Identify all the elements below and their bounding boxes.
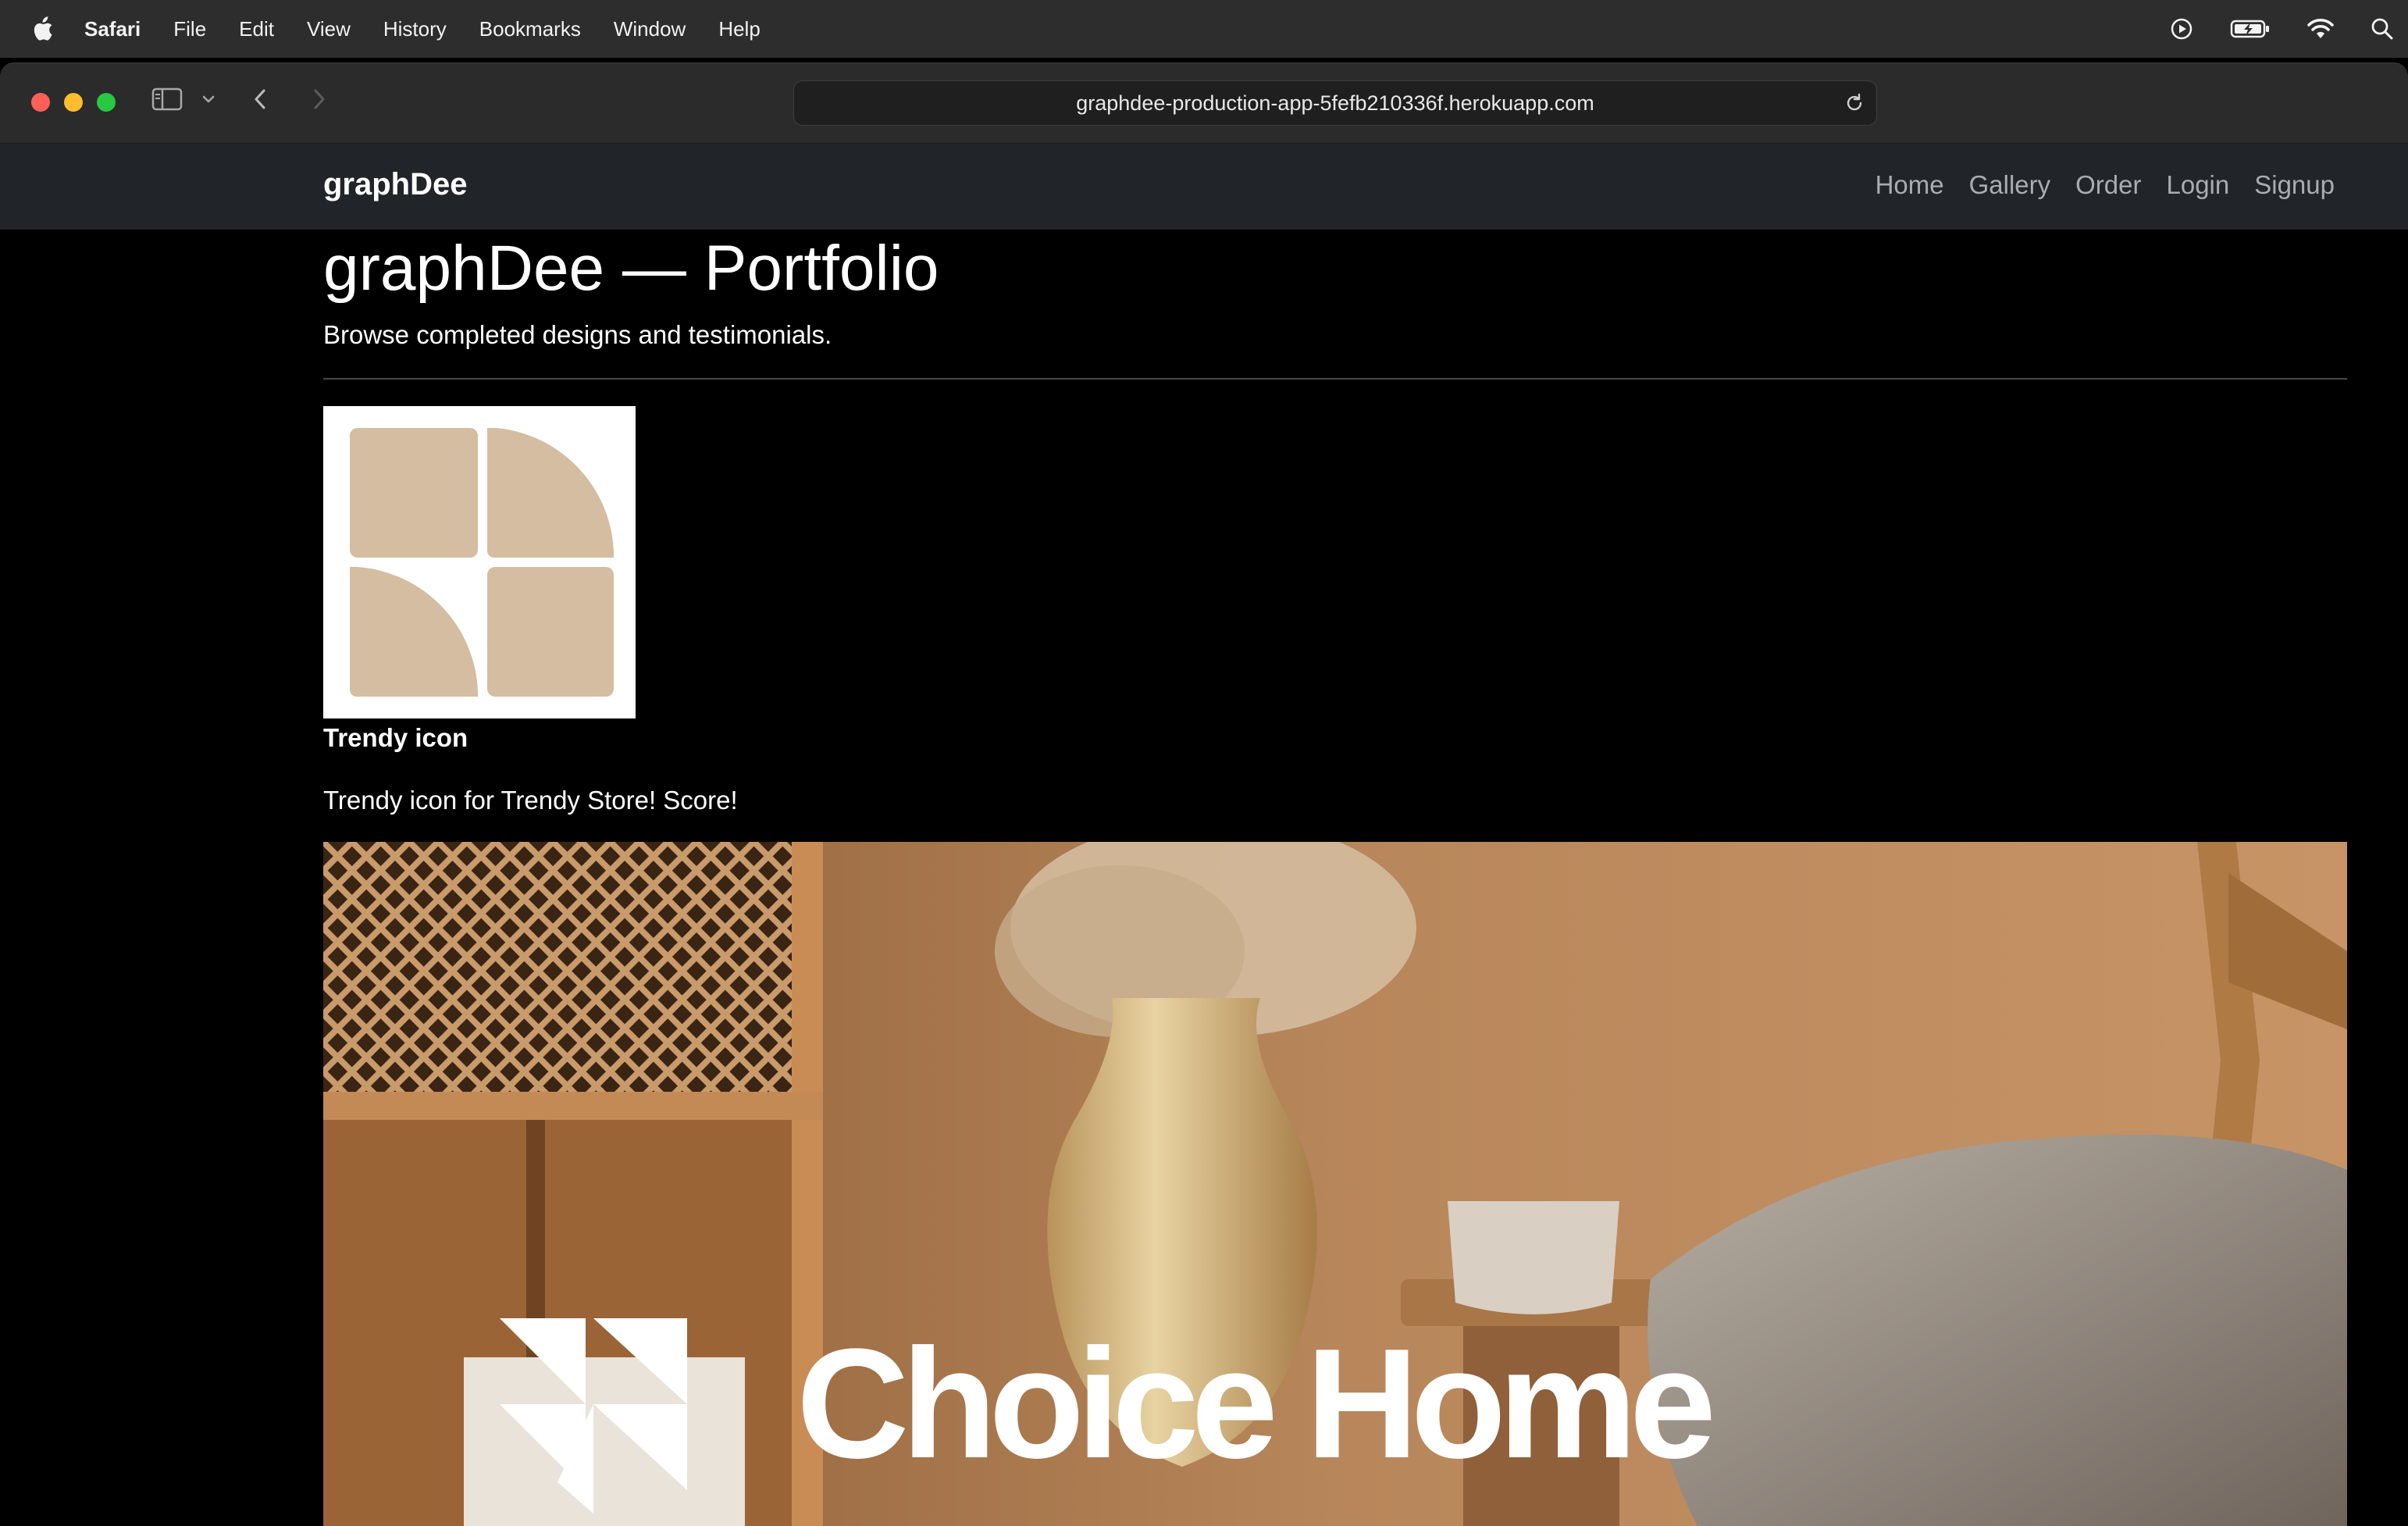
menu-edit[interactable]: Edit: [239, 17, 274, 41]
gallery-item-title: Trendy icon: [323, 723, 468, 752]
zoom-button[interactable]: [97, 93, 116, 112]
trendy-icon-image[interactable]: [323, 406, 636, 718]
page-title: graphDee — Portfolio: [323, 233, 939, 304]
nav-home[interactable]: Home: [1875, 170, 1944, 200]
sidebar-icon[interactable]: [151, 87, 183, 112]
choice-home-logo-text: Choice Home: [796, 1317, 1716, 1491]
back-icon[interactable]: [251, 87, 270, 112]
search-icon[interactable]: [2371, 17, 2394, 41]
menu-window[interactable]: Window: [614, 17, 686, 41]
menu-safari[interactable]: Safari: [84, 17, 141, 41]
wifi-icon[interactable]: [2306, 18, 2335, 40]
menu-bookmarks[interactable]: Bookmarks: [479, 17, 581, 41]
menu-view[interactable]: View: [307, 17, 351, 41]
window-controls: [31, 93, 116, 112]
nav-signup[interactable]: Signup: [2254, 170, 2335, 200]
apple-icon[interactable]: [30, 15, 55, 43]
macos-menu-bar: Safari File Edit View History Bookmarks …: [0, 0, 2408, 58]
menu-help[interactable]: Help: [718, 17, 760, 41]
page-lead: Browse completed designs and testimonial…: [323, 320, 832, 349]
chevron-down-icon[interactable]: [201, 87, 216, 112]
minimize-button[interactable]: [64, 93, 83, 112]
menubar-status-area: [2169, 0, 2394, 58]
url-text: graphdee-production-app-5fefb210336f.her…: [1076, 91, 1594, 115]
reload-icon[interactable]: [1843, 92, 1865, 119]
gallery-item-description: Trendy icon for Trendy Store! Score!: [323, 786, 738, 815]
nav-links: Home Gallery Order Login Signup: [1875, 170, 2335, 200]
forward-icon[interactable]: [309, 87, 328, 112]
menu-history[interactable]: History: [383, 17, 447, 41]
nav-login[interactable]: Login: [2166, 170, 2229, 200]
nav-gallery[interactable]: Gallery: [1969, 170, 2051, 200]
browser-toolbar: graphdee-production-app-5fefb210336f.her…: [0, 62, 2408, 144]
choice-home-image[interactable]: Choice Home: [323, 842, 2347, 1526]
play-circle-icon[interactable]: [2169, 16, 2194, 41]
battery-charging-icon[interactable]: [2230, 18, 2271, 40]
address-bar[interactable]: graphdee-production-app-5fefb210336f.her…: [793, 80, 1877, 126]
divider: [323, 378, 2347, 380]
close-button[interactable]: [31, 93, 50, 112]
site-navbar: graphDee Home Gallery Order Login Signup: [0, 144, 2408, 230]
brand-link[interactable]: graphDee: [323, 167, 468, 202]
menu-file[interactable]: File: [173, 17, 206, 41]
nav-order[interactable]: Order: [2075, 170, 2141, 200]
